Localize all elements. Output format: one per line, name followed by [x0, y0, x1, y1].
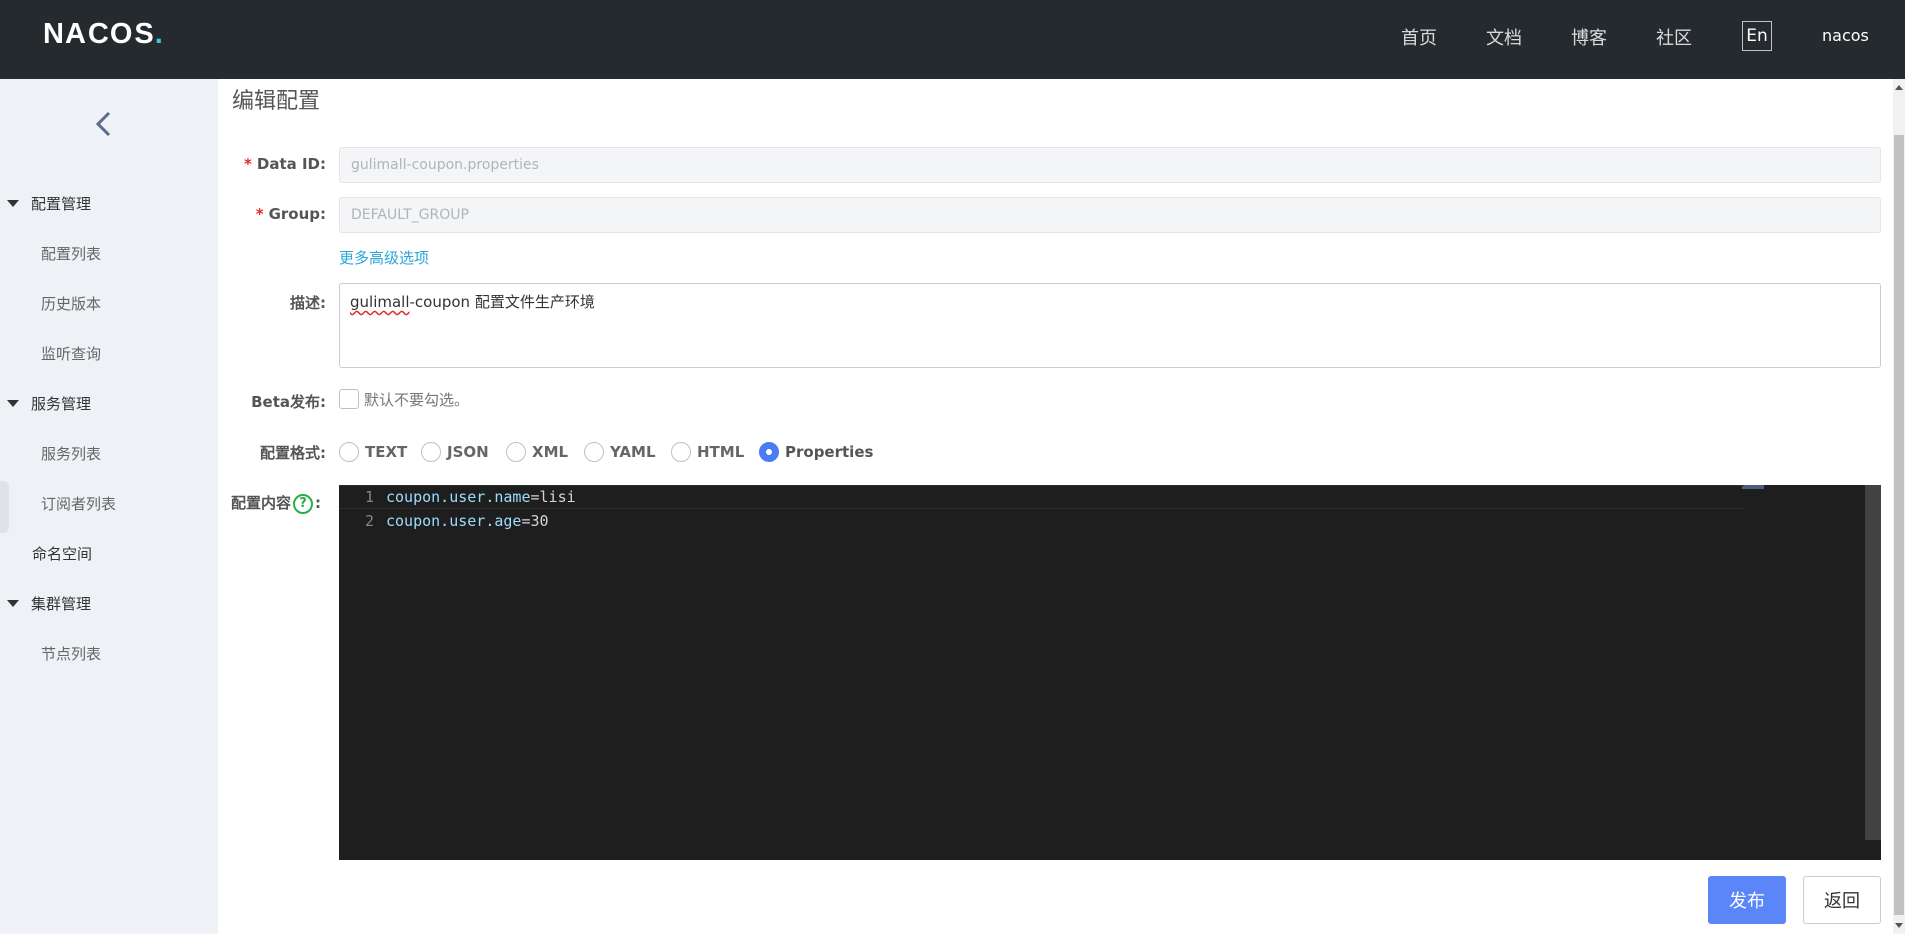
top-navbar: NA CO S. 首页 文档 博客 社区 En nacos	[0, 0, 1905, 79]
sidebar-group-label: 服务管理	[31, 394, 92, 413]
code-value: lisi	[539, 488, 576, 506]
radio-circle-selected	[759, 442, 779, 462]
sidebar-item-config-list[interactable]: 配置列表	[41, 241, 101, 265]
format-radio-xml[interactable]: XML	[506, 441, 568, 463]
editor-line: 1 coupon.user.name = lisi	[339, 485, 1744, 509]
sidebar-group-service[interactable]: 服务管理	[0, 391, 91, 415]
code-editor[interactable]: 1 coupon.user.name = lisi 2 coupon.user.ag…	[339, 485, 1881, 860]
data-id-label: * Data ID:	[206, 155, 326, 173]
description-text-marked: gulimall	[350, 293, 410, 311]
line-number: 1	[364, 488, 374, 506]
caret-down-icon	[7, 199, 19, 207]
required-mark: *	[244, 155, 252, 173]
editor-line: 2 coupon.user.age = 30	[339, 509, 1744, 533]
code-key: coupon.user.name	[386, 488, 531, 506]
nav-docs[interactable]: 文档	[1486, 24, 1522, 50]
nav-community[interactable]: 社区	[1656, 24, 1692, 50]
radio-circle	[339, 442, 359, 462]
scrollbar-thumb[interactable]	[1894, 135, 1904, 915]
sidebar-item-subscribers[interactable]: 订阅者列表	[41, 491, 116, 515]
format-radio-properties[interactable]: Properties	[759, 441, 873, 463]
logo-text-2: CO	[87, 17, 134, 50]
sidebar-group-config[interactable]: 配置管理	[0, 191, 91, 215]
data-id-input[interactable]: gulimall-coupon.properties	[339, 147, 1881, 183]
logo-text-1: NA	[43, 17, 87, 50]
scroll-up-icon[interactable]	[1895, 85, 1903, 90]
sidebar-group-label: 配置管理	[31, 194, 92, 213]
format-radio-html[interactable]: HTML	[671, 441, 744, 463]
radio-circle	[584, 442, 604, 462]
user-menu[interactable]: nacos	[1822, 26, 1869, 45]
description-text: -coupon 配置文件生产环境	[409, 293, 595, 311]
radio-label: Properties	[785, 443, 874, 461]
sidebar-item-node-list[interactable]: 节点列表	[41, 641, 101, 665]
sidebar-resize-handle[interactable]	[0, 481, 9, 533]
format-radio-text[interactable]: TEXT	[339, 441, 407, 463]
content-label-text: 配置内容	[231, 494, 292, 512]
nacos-logo[interactable]: NA CO S.	[43, 17, 164, 51]
minimap-indicator	[1742, 485, 1764, 489]
collapse-sidebar-icon[interactable]	[89, 109, 119, 139]
content-label-suffix: :	[315, 494, 322, 512]
format-radio-yaml[interactable]: YAML	[584, 441, 656, 463]
description-label: 描述:	[290, 294, 326, 312]
radio-label: YAML	[610, 443, 656, 461]
page-title: 编辑配置	[232, 89, 321, 114]
caret-down-icon	[7, 399, 19, 407]
logo-text-3: S	[134, 17, 155, 50]
sidebar-item-listener-query[interactable]: 监听查询	[41, 341, 101, 365]
group-label-text: Group:	[268, 205, 326, 223]
beta-hint: 默认不要勾选。	[364, 391, 470, 409]
radio-circle	[506, 442, 526, 462]
back-button[interactable]: 返回	[1803, 876, 1881, 924]
required-mark: *	[255, 205, 264, 223]
language-switch-button[interactable]: En	[1742, 21, 1772, 51]
nav-home[interactable]: 首页	[1401, 24, 1437, 50]
sidebar-item-namespace[interactable]: 命名空间	[32, 541, 92, 565]
line-number: 2	[364, 512, 374, 530]
format-label: 配置格式:	[260, 444, 326, 462]
beta-checkbox[interactable]	[339, 389, 359, 409]
caret-down-icon	[7, 599, 19, 607]
description-textarea[interactable]: gulimall-coupon 配置文件生产环境	[339, 283, 1881, 368]
sidebar-item-history[interactable]: 历史版本	[41, 291, 101, 315]
nav-blog[interactable]: 博客	[1571, 24, 1607, 50]
logo-dot: .	[154, 17, 164, 50]
scroll-down-icon[interactable]	[1895, 923, 1903, 928]
format-radio-json[interactable]: JSON	[421, 441, 489, 463]
sidebar-group-cluster[interactable]: 集群管理	[0, 591, 91, 615]
help-icon[interactable]: ?	[293, 493, 314, 514]
radio-label: HTML	[697, 443, 745, 461]
advanced-options-link[interactable]: 更多高级选项	[339, 247, 429, 268]
sidebar: 配置管理 配置列表 历史版本 监听查询 服务管理 服务列表 订阅者列表 命名空间…	[0, 79, 218, 934]
editor-scrollbar[interactable]	[1865, 485, 1881, 840]
group-input[interactable]: DEFAULT_GROUP	[339, 197, 1881, 233]
radio-circle	[421, 442, 441, 462]
radio-label: JSON	[447, 443, 489, 461]
code-value: 30	[530, 512, 549, 530]
code-operator: =	[530, 488, 540, 506]
page-scrollbar[interactable]	[1893, 79, 1905, 934]
radio-label: TEXT	[365, 443, 408, 461]
code-operator: =	[521, 512, 531, 530]
group-label: * Group:	[206, 205, 326, 223]
radio-circle	[671, 442, 691, 462]
sidebar-item-service-list[interactable]: 服务列表	[41, 441, 101, 465]
code-key: coupon.user.age	[386, 512, 522, 530]
data-id-label-text: Data ID:	[256, 155, 326, 173]
sidebar-group-label: 集群管理	[31, 594, 92, 613]
publish-button[interactable]: 发布	[1708, 876, 1786, 924]
beta-label: Beta发布:	[251, 393, 326, 411]
radio-label: XML	[532, 443, 569, 461]
